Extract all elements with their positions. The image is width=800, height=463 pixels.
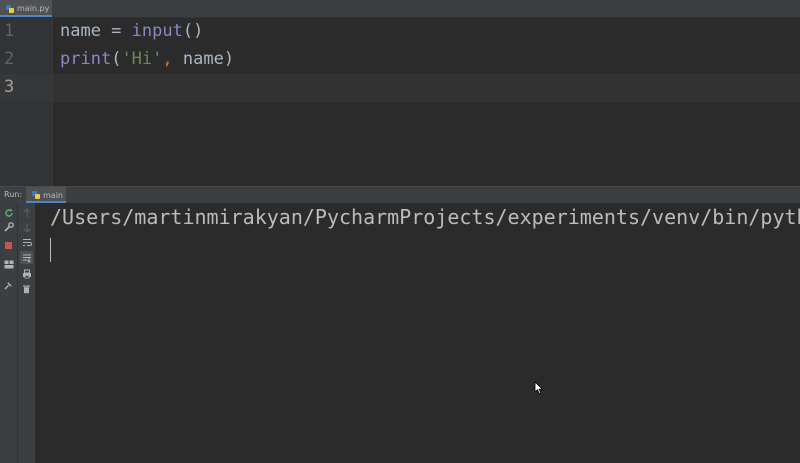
line-number-3: 3 — [4, 77, 15, 97]
editor-tab-label: main.py — [17, 4, 50, 13]
trash-icon[interactable] — [20, 282, 33, 295]
current-line-highlight — [53, 74, 800, 102]
run-tab-main[interactable]: main — [26, 187, 66, 203]
down-arrow-icon[interactable] — [20, 221, 33, 234]
line-number-2: 2 — [4, 49, 15, 69]
up-arrow-icon[interactable] — [20, 206, 33, 219]
code-line-1[interactable]: name = input() — [60, 21, 203, 41]
print-icon[interactable] — [20, 267, 33, 280]
run-label: Run: — [4, 190, 23, 199]
run-console[interactable] — [36, 203, 800, 463]
layout-icon[interactable] — [2, 258, 15, 271]
code-line-1-text: name = input() — [60, 21, 204, 41]
code-editor[interactable] — [53, 18, 800, 186]
console-toolbar — [18, 203, 36, 463]
code-line-2-text: print('Hi', name) — [60, 49, 235, 69]
run-toolbar — [0, 203, 18, 463]
pin-icon[interactable] — [2, 278, 15, 291]
soft-wrap-icon[interactable] — [20, 236, 33, 249]
line-number-1: 1 — [4, 21, 15, 41]
scroll-to-end-icon[interactable] — [20, 251, 33, 264]
run-tab-label: main — [43, 190, 63, 200]
console-output-line: /Users/martinmirakyan/PycharmProjects/ex… — [50, 205, 800, 229]
editor-tab-bar: main.py — [0, 0, 800, 18]
wrench-icon[interactable] — [2, 220, 15, 233]
stop-icon[interactable] — [2, 239, 15, 252]
code-line-2[interactable]: print('Hi', name) — [60, 49, 234, 69]
python-file-icon — [6, 4, 14, 13]
run-tool-window-header: Run: main — [0, 186, 800, 204]
console-input-caret — [50, 238, 51, 262]
python-run-config-icon — [32, 191, 40, 199]
editor-tab-main-py[interactable]: main.py — [0, 0, 52, 17]
rerun-icon[interactable] — [2, 206, 15, 219]
line-number-gutter — [0, 18, 53, 186]
mouse-pointer-icon — [534, 381, 544, 395]
